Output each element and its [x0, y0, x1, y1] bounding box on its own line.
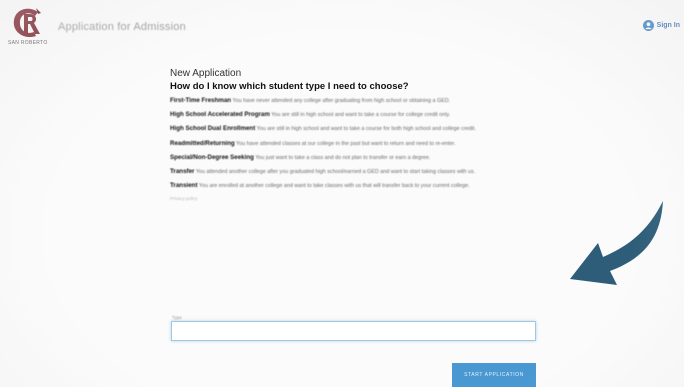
student-type-description: You are still in high school and want to…: [271, 112, 451, 119]
page-heading: New Application: [170, 68, 242, 79]
start-application-button[interactable]: START APPLICATION: [452, 363, 536, 387]
user-circle-icon: [642, 20, 654, 31]
arrow-pointer-icon: [570, 201, 663, 285]
student-type-item: High School Accelerated Program You are …: [170, 111, 540, 119]
student-type-item: High School Dual Enrollment You are stil…: [170, 125, 540, 133]
logo-subtitle: SAN ROBERTO: [8, 40, 48, 46]
student-type-item: Transient You are enrolled at another co…: [170, 182, 540, 190]
type-field-label: Type: [172, 315, 182, 320]
student-type-description: You have never attended any college afte…: [232, 98, 451, 104]
student-type-item: Readmitted/Returning You have attended c…: [170, 140, 540, 148]
student-type-description: You are enrolled at another college and …: [198, 183, 470, 190]
student-type-select[interactable]: [171, 321, 536, 341]
student-type-item: Transfer You attended another college af…: [170, 168, 540, 176]
student-type-name: High School Accelerated Program: [170, 111, 270, 119]
student-type-name: Readmitted/Returning: [170, 139, 235, 147]
app-title: Application for Admission: [58, 21, 186, 33]
student-type-name: High School Dual Enrollment: [170, 125, 256, 133]
application-page: SAN ROBERTO Application for Admission Si…: [0, 0, 684, 387]
footer-link[interactable]: Privacy policy: [170, 196, 540, 201]
student-type-name: First-Time Freshman: [170, 97, 232, 104]
student-type-question: How do I know which student type I need …: [170, 81, 409, 92]
student-type-list: First-Time Freshman You have never atten…: [170, 97, 540, 190]
sign-in-link[interactable]: Sign In: [642, 20, 680, 31]
main-content: New Application How do I know which stud…: [170, 68, 540, 201]
logo-graphic: [13, 8, 41, 38]
student-type-description: You have attended classes at our college…: [236, 140, 456, 147]
student-type-description: You are still in high school and want to…: [256, 126, 476, 133]
student-type-name: Transfer: [170, 168, 195, 176]
student-type-description: You just want to take a class and do not…: [255, 154, 431, 161]
sign-in-label: Sign In: [656, 22, 680, 29]
student-type-name: Transient: [170, 182, 198, 190]
student-type-item: Special/Non-Degree Seeking You just want…: [170, 154, 540, 162]
student-type-description: You attended another college after you g…: [195, 169, 476, 176]
header-bar: SAN ROBERTO Application for Admission Si…: [0, 0, 684, 52]
college-crest-logo[interactable]: [8, 4, 48, 44]
student-type-name: Special/Non-Degree Seeking: [170, 153, 254, 161]
student-type-item: First-Time Freshman You have never atten…: [170, 97, 540, 105]
